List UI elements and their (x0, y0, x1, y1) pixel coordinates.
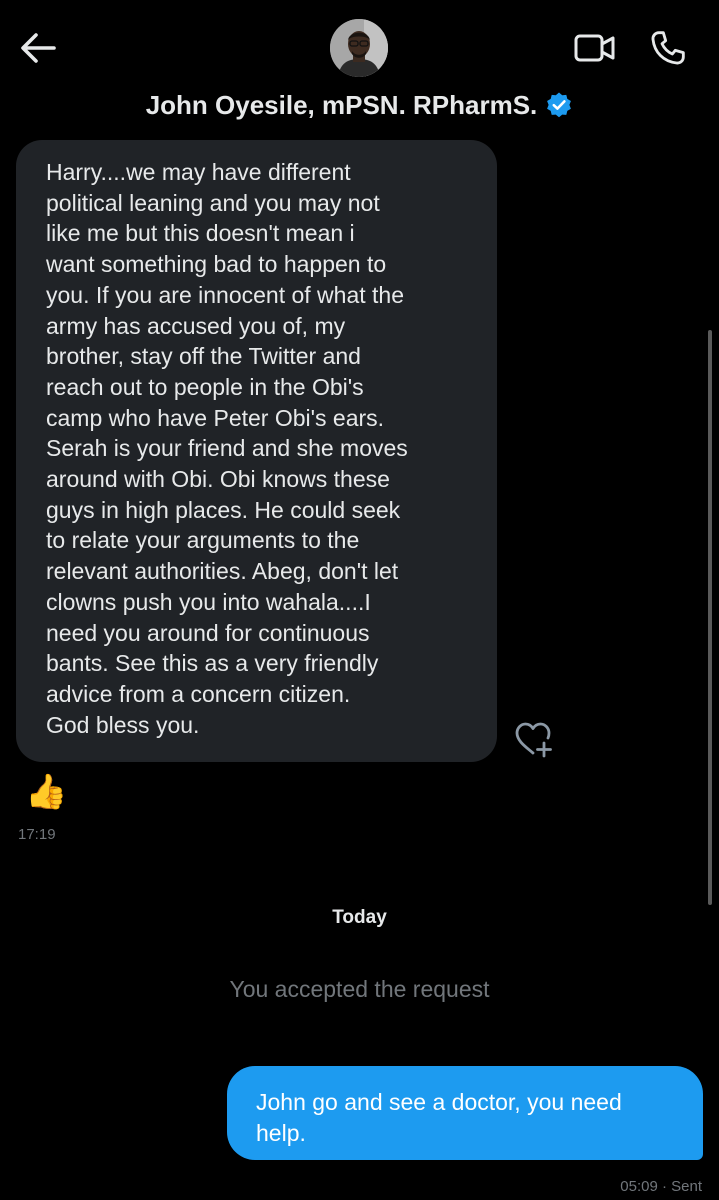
phone-icon (651, 31, 685, 65)
conversation-header: John Oyesile, mPSN. RPharmS. (0, 0, 719, 140)
video-camera-icon (574, 34, 615, 62)
message-line: around with Obi. Obi knows these (46, 466, 390, 493)
message-line: clowns push you into wahala....I (46, 588, 371, 615)
contact-title[interactable]: John Oyesile, mPSN. RPharmS. (0, 90, 719, 121)
message-line: political leaning and you may not (46, 189, 380, 216)
contact-name: John Oyesile, mPSN. RPharmS. (145, 90, 538, 120)
incoming-message-bubble[interactable]: Harry....we may have different political… (16, 140, 497, 762)
message-line: God bless you. (46, 711, 200, 738)
message-line: relevant authorities. Abeg, don't let (46, 558, 399, 585)
back-button[interactable] (18, 30, 58, 66)
avatar-photo (330, 19, 388, 77)
message-line: John go and see a doctor, you need (256, 1089, 622, 1115)
message-line: army has accused you of, my (46, 312, 346, 339)
message-line: you. If you are innocent of what the (46, 281, 405, 308)
contact-avatar[interactable] (330, 19, 388, 77)
message-line: like me but this doesn't mean i (46, 220, 355, 247)
message-line: want something bad to happen to (46, 251, 387, 278)
verified-badge-icon (545, 91, 573, 119)
message-line: need you around for continuous (46, 619, 370, 646)
add-reaction-button[interactable] (513, 720, 555, 760)
voice-call-button[interactable] (648, 28, 688, 68)
request-accepted-notice: You accepted the request (229, 976, 490, 1002)
message-line: to relate your arguments to the (46, 527, 360, 554)
message-line: help. (256, 1120, 306, 1146)
incoming-message-time: 17:19 (18, 826, 56, 843)
message-line: brother, stay off the Twitter and (46, 343, 361, 370)
message-line: reach out to people in the Obi's (46, 373, 364, 400)
message-line: guys in high places. He could seek (46, 496, 401, 523)
message-line: advice from a concern citizen. (46, 680, 351, 707)
day-separator: Today (332, 907, 387, 928)
arrow-left-icon (21, 33, 56, 63)
video-call-button[interactable] (573, 32, 617, 64)
outgoing-message-status: 05:09 · Sent (620, 1178, 702, 1195)
scrollbar[interactable] (708, 330, 712, 905)
thumbs-up-reaction[interactable]: 👍 (25, 772, 67, 812)
message-line: Serah is your friend and she moves (46, 435, 408, 462)
message-line: Harry....we may have different (46, 159, 351, 185)
heart-plus-icon (515, 722, 552, 758)
message-line: bants. See this as a very friendly (46, 650, 379, 677)
outgoing-message-bubble[interactable]: John go and see a doctor, you need help. (227, 1066, 703, 1160)
message-line: camp who have Peter Obi's ears. (46, 404, 385, 431)
